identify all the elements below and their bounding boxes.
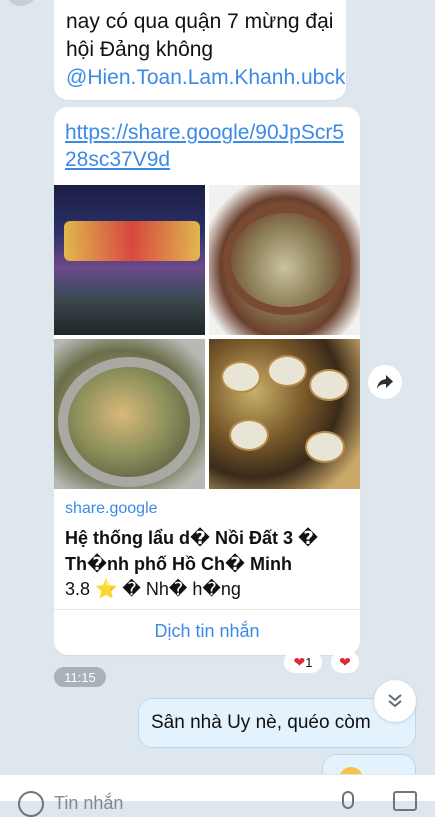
double-chevron-down-icon (388, 694, 402, 708)
heart-icon: ❤ (339, 653, 351, 670)
message-text: nay có qua quận 7 mừng đại hội Đảng khôn… (66, 10, 346, 89)
share-button[interactable] (368, 365, 402, 399)
hotpot-shape (58, 357, 200, 487)
divider (54, 609, 360, 610)
dish (305, 431, 345, 463)
link-source: share.google (65, 500, 158, 517)
microphone-icon[interactable] (342, 791, 354, 809)
dish (229, 419, 269, 451)
reaction-heart-count[interactable]: ❤ 1 (284, 651, 322, 673)
preview-image-restaurant-sign[interactable] (54, 185, 205, 335)
preview-image-clay-pot[interactable] (209, 185, 360, 335)
share-arrow-icon (377, 375, 393, 389)
heart-icon: ❤ (293, 653, 306, 670)
sender-avatar[interactable] (6, 0, 36, 6)
link-preview-message[interactable]: https://share.google/90JpScr528sc37V9d s… (54, 107, 360, 655)
shared-link[interactable]: https://share.google/90JpScr528sc37V9d (65, 119, 355, 173)
clay-pot-shape (223, 205, 351, 315)
user-mention[interactable]: @Hien.Toan.Lam.Khanh.ubck (66, 66, 345, 89)
dish (309, 369, 349, 401)
crowd-area (54, 295, 205, 335)
place-rating: 3.8 ⭐ � Nh� h�ng (65, 579, 241, 599)
dish (221, 361, 261, 393)
preview-image-hotpot[interactable] (54, 339, 205, 489)
message-input[interactable]: Tin nhắn (54, 793, 123, 814)
preview-image-dishes[interactable] (209, 339, 360, 489)
dish (267, 355, 307, 387)
emoji-picker-icon[interactable] (18, 791, 44, 817)
image-icon[interactable] (393, 791, 417, 811)
received-message[interactable]: nay có qua quận 7 mừng đại hội Đảng khôn… (54, 0, 346, 100)
scroll-to-bottom-button[interactable] (374, 680, 416, 722)
sent-message-text: Sân nhà Uy nè, quéo còm (151, 712, 371, 733)
message-time: 11:15 (54, 667, 106, 687)
reaction-heart-button[interactable]: ❤ (331, 651, 359, 673)
place-title[interactable]: Hệ thống lẩu d� Nồi Đất 3 � Th�nh phố Hồ… (65, 525, 355, 577)
translate-message-button[interactable]: Dịch tin nhắn (54, 621, 360, 642)
restaurant-sign (64, 221, 200, 261)
message-input-bar: Tin nhắn (0, 774, 435, 817)
